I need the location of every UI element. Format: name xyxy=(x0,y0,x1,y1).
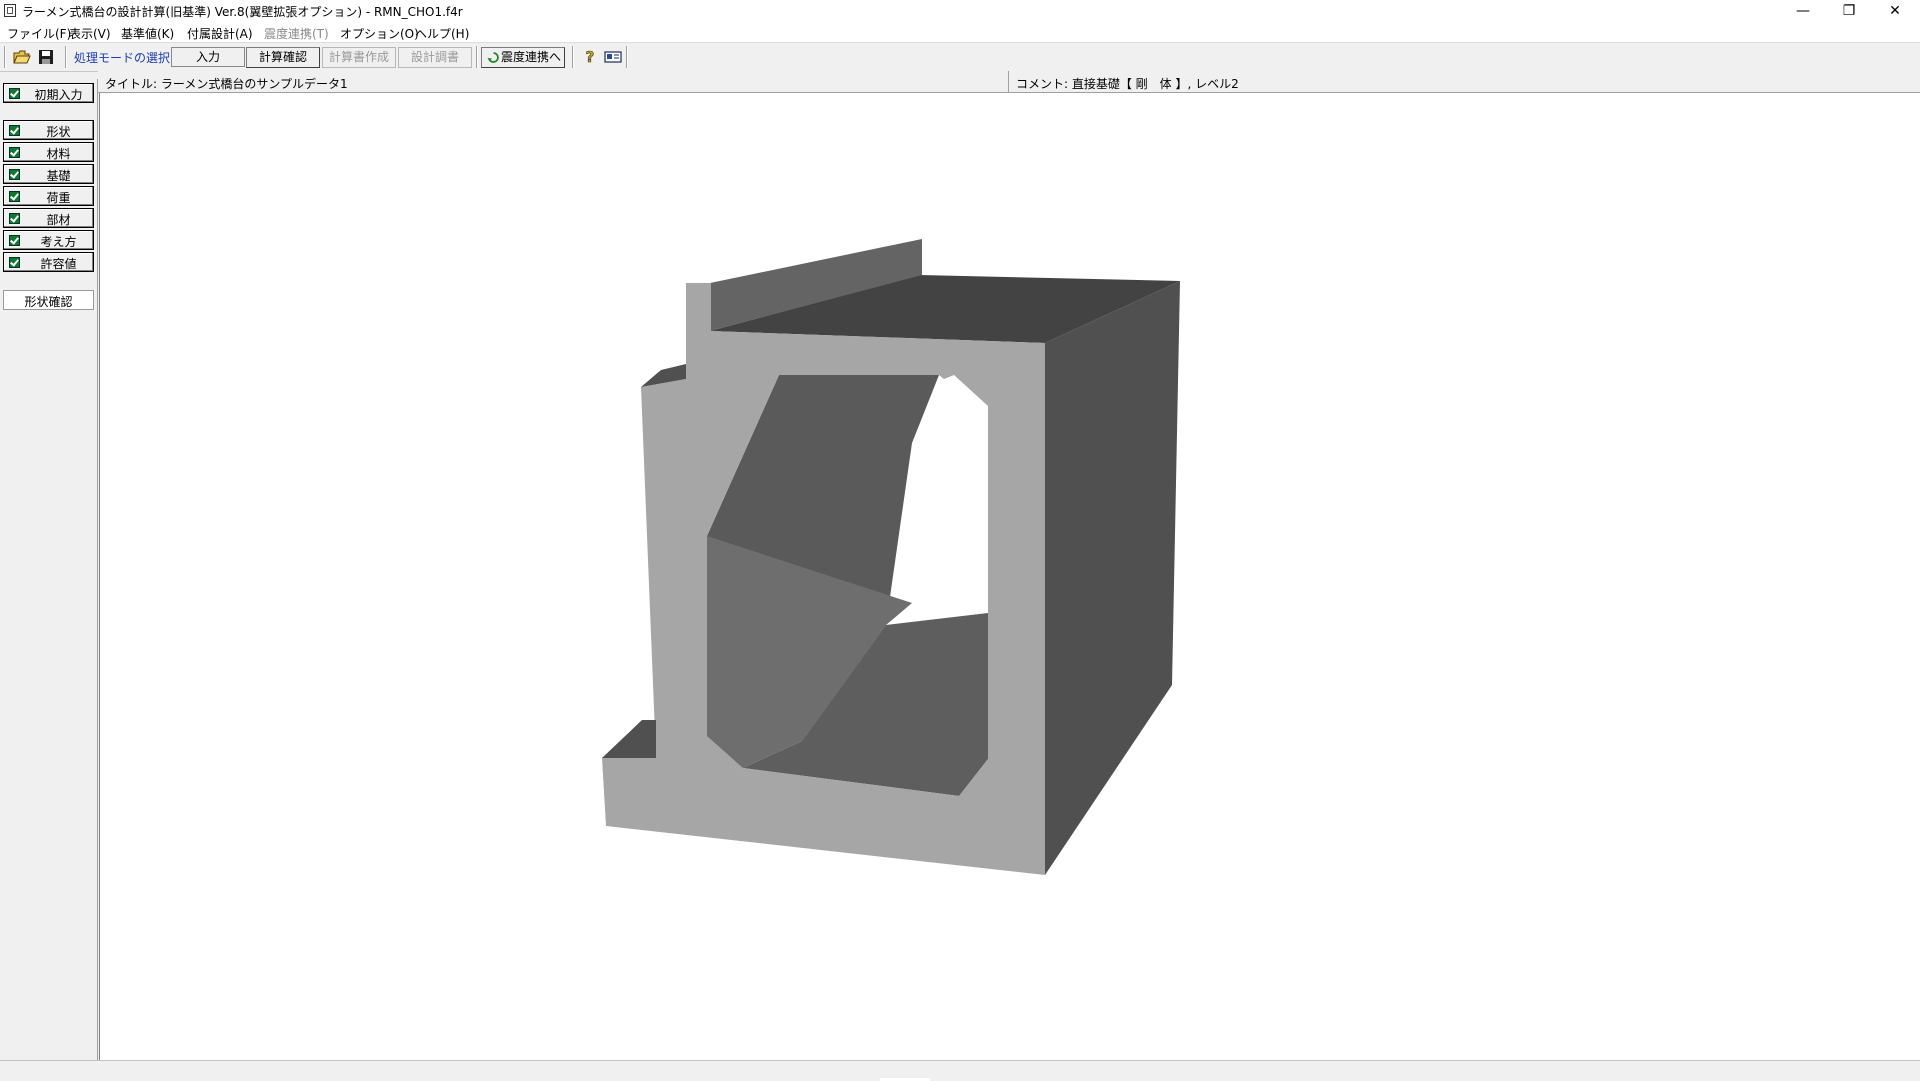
model-see-through-opening xyxy=(920,375,988,613)
info-bar: タイトル: ラーメン式橋台のサンプルデータ1 コメント: 直接基礎【 剛 体 】… xyxy=(98,71,1920,93)
checkmark-icon xyxy=(9,257,20,268)
menu-bar: ファイル(F) 表示(V) 基準値(K) 付属設計(A) 震度連携(T) オプシ… xyxy=(0,22,1920,43)
svg-text:?: ? xyxy=(586,48,595,66)
sidebar: 初期入力 形状 材料 基礎 荷重 部材 考え方 許容値 形状確認 xyxy=(0,79,98,1060)
sidebar-item-label: 初期入力 xyxy=(34,88,83,102)
shape-check-button[interactable]: 形状確認 xyxy=(3,290,94,310)
report-create-button[interactable]: 計算書作成 xyxy=(322,47,396,68)
mode-select-label: 処理モードの選択 xyxy=(74,51,171,65)
toolbar-separator xyxy=(626,46,628,68)
open-folder-icon[interactable] xyxy=(12,47,32,67)
checkmark-icon xyxy=(9,213,20,224)
seismic-link-button[interactable]: 震度連携へ xyxy=(481,47,565,68)
toolbar: 処理モードの選択 入力 計算確認 計算書作成 設計調書 震度連携へ ? xyxy=(0,43,1920,72)
menu-options[interactable]: オプション(O) xyxy=(340,25,419,42)
sidebar-item-label: 許容値 xyxy=(40,257,77,271)
window-title: ラーメン式橋台の設計計算(旧基準) Ver.8(翼壁拡張オプション) - RMN… xyxy=(22,5,463,19)
toolbar-separator xyxy=(65,46,67,68)
sidebar-item-foundation[interactable]: 基礎 xyxy=(3,164,94,184)
sidebar-item-label: 考え方 xyxy=(40,235,77,249)
help-icon[interactable]: ? xyxy=(580,47,600,67)
sidebar-item-shape[interactable]: 形状 xyxy=(3,120,94,140)
toolbar-separator xyxy=(476,46,478,68)
close-button[interactable]: ✕ xyxy=(1872,0,1918,22)
sidebar-item-material[interactable]: 材料 xyxy=(3,142,94,162)
menu-attached-design[interactable]: 付属設計(A) xyxy=(187,25,253,42)
card-icon[interactable] xyxy=(603,47,623,67)
title-bar: ラーメン式橋台の設計計算(旧基準) Ver.8(翼壁拡張オプション) - RMN… xyxy=(0,0,1920,22)
save-icon[interactable] xyxy=(36,47,56,67)
3d-viewport[interactable] xyxy=(99,93,1920,1060)
abutment-3d-model[interactable] xyxy=(100,93,1920,1060)
refresh-icon xyxy=(487,52,499,63)
sidebar-item-member[interactable]: 部材 xyxy=(3,208,94,228)
calc-check-button[interactable]: 計算確認 xyxy=(246,47,320,68)
checkmark-icon xyxy=(9,88,20,99)
minimize-button[interactable]: — xyxy=(1780,0,1826,22)
sidebar-item-initial-input[interactable]: 初期入力 xyxy=(3,83,94,103)
checkmark-icon xyxy=(9,235,20,246)
mode-input-field[interactable]: 入力 xyxy=(171,47,245,67)
toolbar-separator xyxy=(4,46,6,68)
info-divider xyxy=(1008,71,1009,93)
sidebar-item-label: 材料 xyxy=(46,147,71,161)
restore-button[interactable]: ❐ xyxy=(1826,0,1872,22)
toolbar-separator xyxy=(572,46,574,68)
seismic-link-label: 震度連携へ xyxy=(500,50,561,64)
menu-seismic-link[interactable]: 震度連携(T) xyxy=(264,25,329,42)
menu-file[interactable]: ファイル(F) xyxy=(7,25,71,42)
menu-standard-values[interactable]: 基準値(K) xyxy=(121,25,174,42)
sidebar-item-label: 部材 xyxy=(46,213,71,227)
app-icon[interactable] xyxy=(4,4,16,17)
model-side-face xyxy=(1045,281,1180,875)
sidebar-item-load[interactable]: 荷重 xyxy=(3,186,94,206)
checkmark-icon xyxy=(9,125,20,136)
sidebar-item-label: 荷重 xyxy=(46,191,71,205)
data-title: タイトル: ラーメン式橋台のサンプルデータ1 xyxy=(105,77,348,91)
sidebar-item-label: 形状 xyxy=(46,125,71,139)
menu-view[interactable]: 表示(V) xyxy=(69,25,111,42)
sidebar-item-label: 基礎 xyxy=(46,169,71,183)
checkmark-icon xyxy=(9,147,20,158)
sidebar-item-approach[interactable]: 考え方 xyxy=(3,230,94,250)
status-bar xyxy=(0,1060,1920,1081)
model-lower-step-top xyxy=(602,720,656,758)
checkmark-icon xyxy=(9,191,20,202)
design-report-button[interactable]: 設計調書 xyxy=(398,47,472,68)
sidebar-item-allowable[interactable]: 許容値 xyxy=(3,252,94,272)
menu-help[interactable]: ヘルプ(H) xyxy=(415,25,469,42)
sidebar-item-label: 形状確認 xyxy=(24,295,73,309)
checkmark-icon xyxy=(9,169,20,180)
data-comment: コメント: 直接基礎【 剛 体 】, レベル2 xyxy=(1016,77,1239,91)
